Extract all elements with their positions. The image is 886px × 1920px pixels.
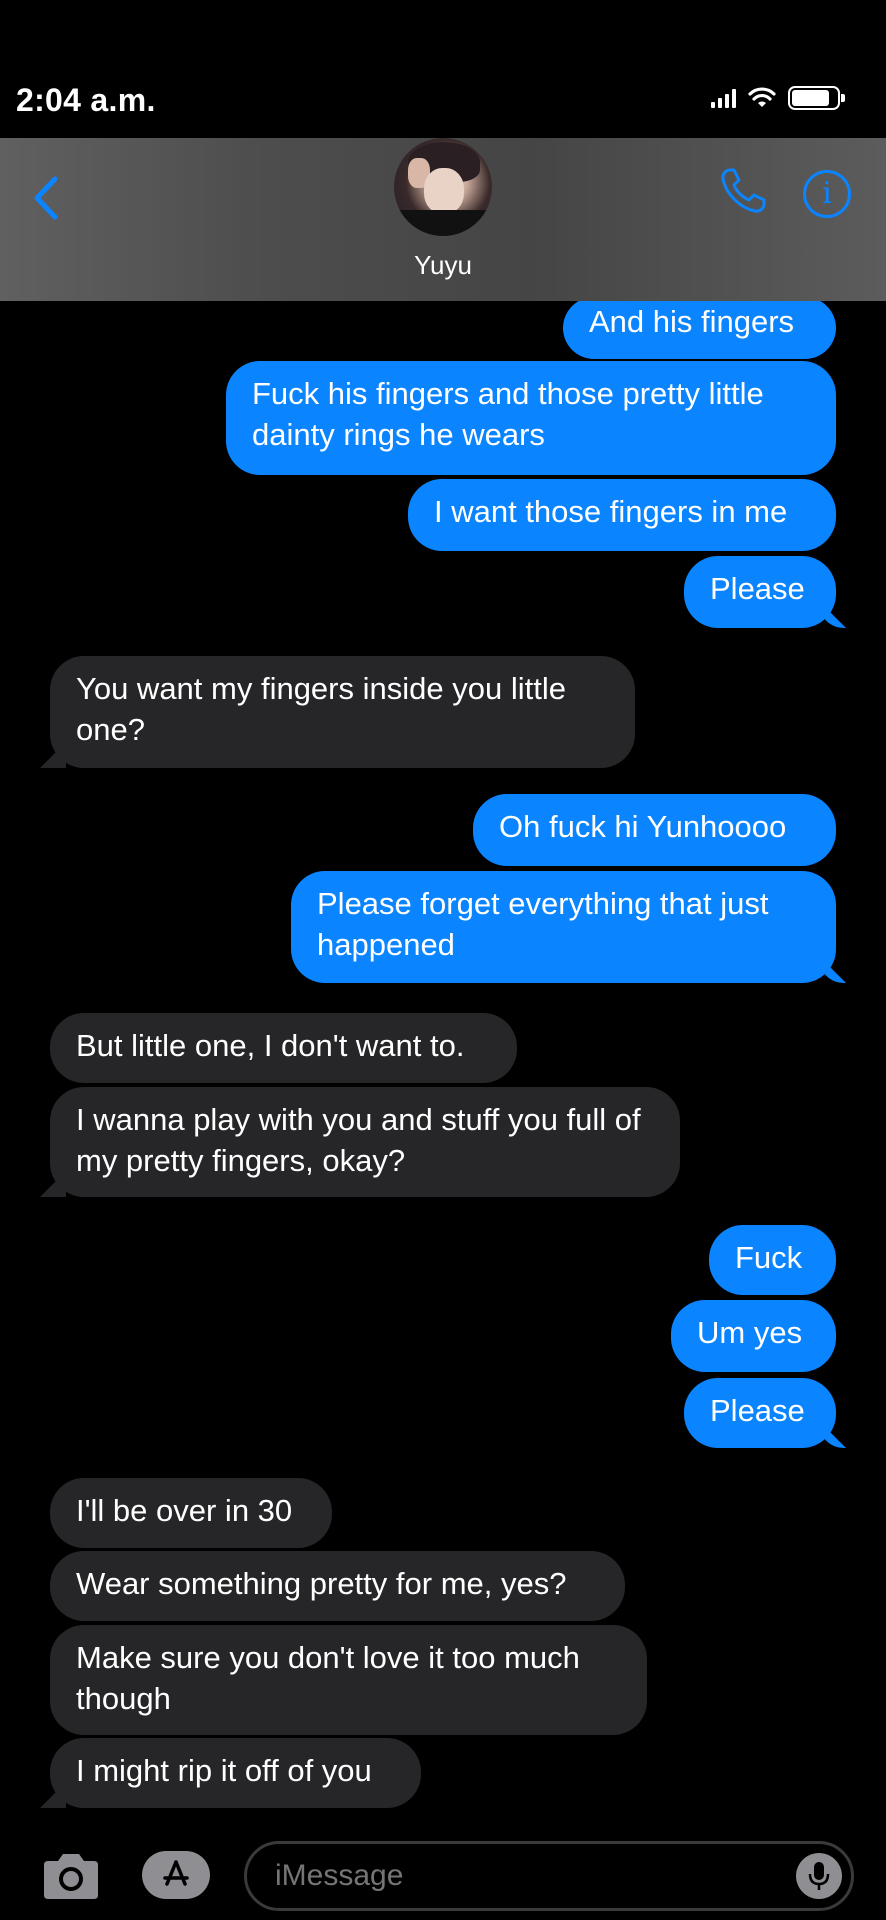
conversation-header: Yuyu i — [0, 138, 886, 301]
received-message[interactable]: Wear something pretty for me, yes? — [50, 1551, 625, 1621]
received-message[interactable]: I'll be over in 30 — [50, 1478, 332, 1548]
cellular-signal-icon — [711, 88, 736, 108]
status-time: 2:04 a.m. — [16, 82, 156, 118]
microphone-icon — [808, 1862, 830, 1890]
sent-message[interactable]: Um yes — [671, 1300, 836, 1372]
status-icons — [711, 86, 845, 110]
contact-name[interactable]: Yuyu — [0, 250, 886, 281]
received-message[interactable]: Make sure you don't love it too much tho… — [50, 1625, 647, 1735]
call-button[interactable] — [716, 164, 770, 218]
received-message[interactable]: I might rip it off of you — [50, 1738, 421, 1808]
back-chevron-icon — [34, 176, 58, 220]
received-message[interactable]: I wanna play with you and stuff you full… — [50, 1087, 680, 1197]
back-button[interactable] — [26, 168, 66, 228]
app-store-button[interactable] — [142, 1851, 210, 1899]
sent-message[interactable]: Please — [684, 556, 836, 628]
status-bar: 2:04 a.m. — [0, 0, 886, 138]
sent-message[interactable]: Fuck his fingers and those pretty little… — [226, 361, 836, 475]
received-message[interactable]: You want my fingers inside you little on… — [50, 656, 635, 768]
battery-icon — [788, 86, 845, 110]
info-icon: i — [822, 176, 832, 211]
sent-message[interactable]: Fuck — [709, 1225, 836, 1295]
sent-message[interactable]: Please forget everything that just happe… — [291, 871, 836, 983]
sent-message[interactable]: And his fingers — [563, 301, 836, 359]
microphone-button[interactable] — [796, 1853, 842, 1899]
message-input[interactable] — [244, 1841, 854, 1911]
input-bar — [0, 1831, 886, 1920]
phone-icon — [721, 168, 766, 213]
sent-message[interactable]: I want those fingers in me — [408, 479, 836, 551]
camera-icon — [44, 1854, 98, 1899]
wifi-icon — [748, 87, 776, 107]
camera-button[interactable] — [40, 1851, 102, 1901]
received-message[interactable]: But little one, I don't want to. — [50, 1013, 517, 1083]
sent-message[interactable]: Oh fuck hi Yunhoooo — [473, 794, 836, 866]
info-button[interactable]: i — [803, 170, 851, 218]
app-store-icon — [163, 1860, 189, 1886]
sent-message[interactable]: Please — [684, 1378, 836, 1448]
contact-avatar[interactable] — [394, 138, 492, 236]
battery-level — [792, 90, 830, 106]
message-thread[interactable]: And his fingers Fuck his fingers and tho… — [0, 301, 886, 1831]
